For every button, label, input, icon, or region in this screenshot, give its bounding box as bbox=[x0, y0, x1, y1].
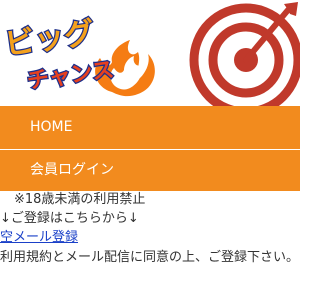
nav-home[interactable]: HOME bbox=[0, 106, 300, 150]
nav-member-login[interactable]: 会員ログイン bbox=[0, 150, 300, 192]
site-logo[interactable]: ビッグ チャンス bbox=[0, 0, 170, 106]
empty-mail-register-link[interactable]: 空メール登録 bbox=[0, 230, 78, 245]
target-icon bbox=[189, 2, 300, 106]
site-header: ビッグ チャンス bbox=[0, 0, 300, 106]
age-restriction-notice: ※18歳未満の利用禁止 bbox=[14, 192, 146, 207]
main-nav: HOME 会員ログイン bbox=[0, 106, 300, 192]
registration-section: ※18歳未満の利用禁止 ↓ご登録はこちらから↓ 空メール登録 利用規約とメール配… bbox=[0, 190, 300, 268]
logo-line2: チャンス bbox=[26, 57, 116, 94]
register-hint: ↓ご登録はこちらから↓ bbox=[0, 211, 139, 226]
terms-consent-text: 利用規約とメール配信に同意の上、ご登録下さい。 bbox=[0, 250, 300, 265]
logo-line1: ビッグ bbox=[3, 15, 97, 62]
